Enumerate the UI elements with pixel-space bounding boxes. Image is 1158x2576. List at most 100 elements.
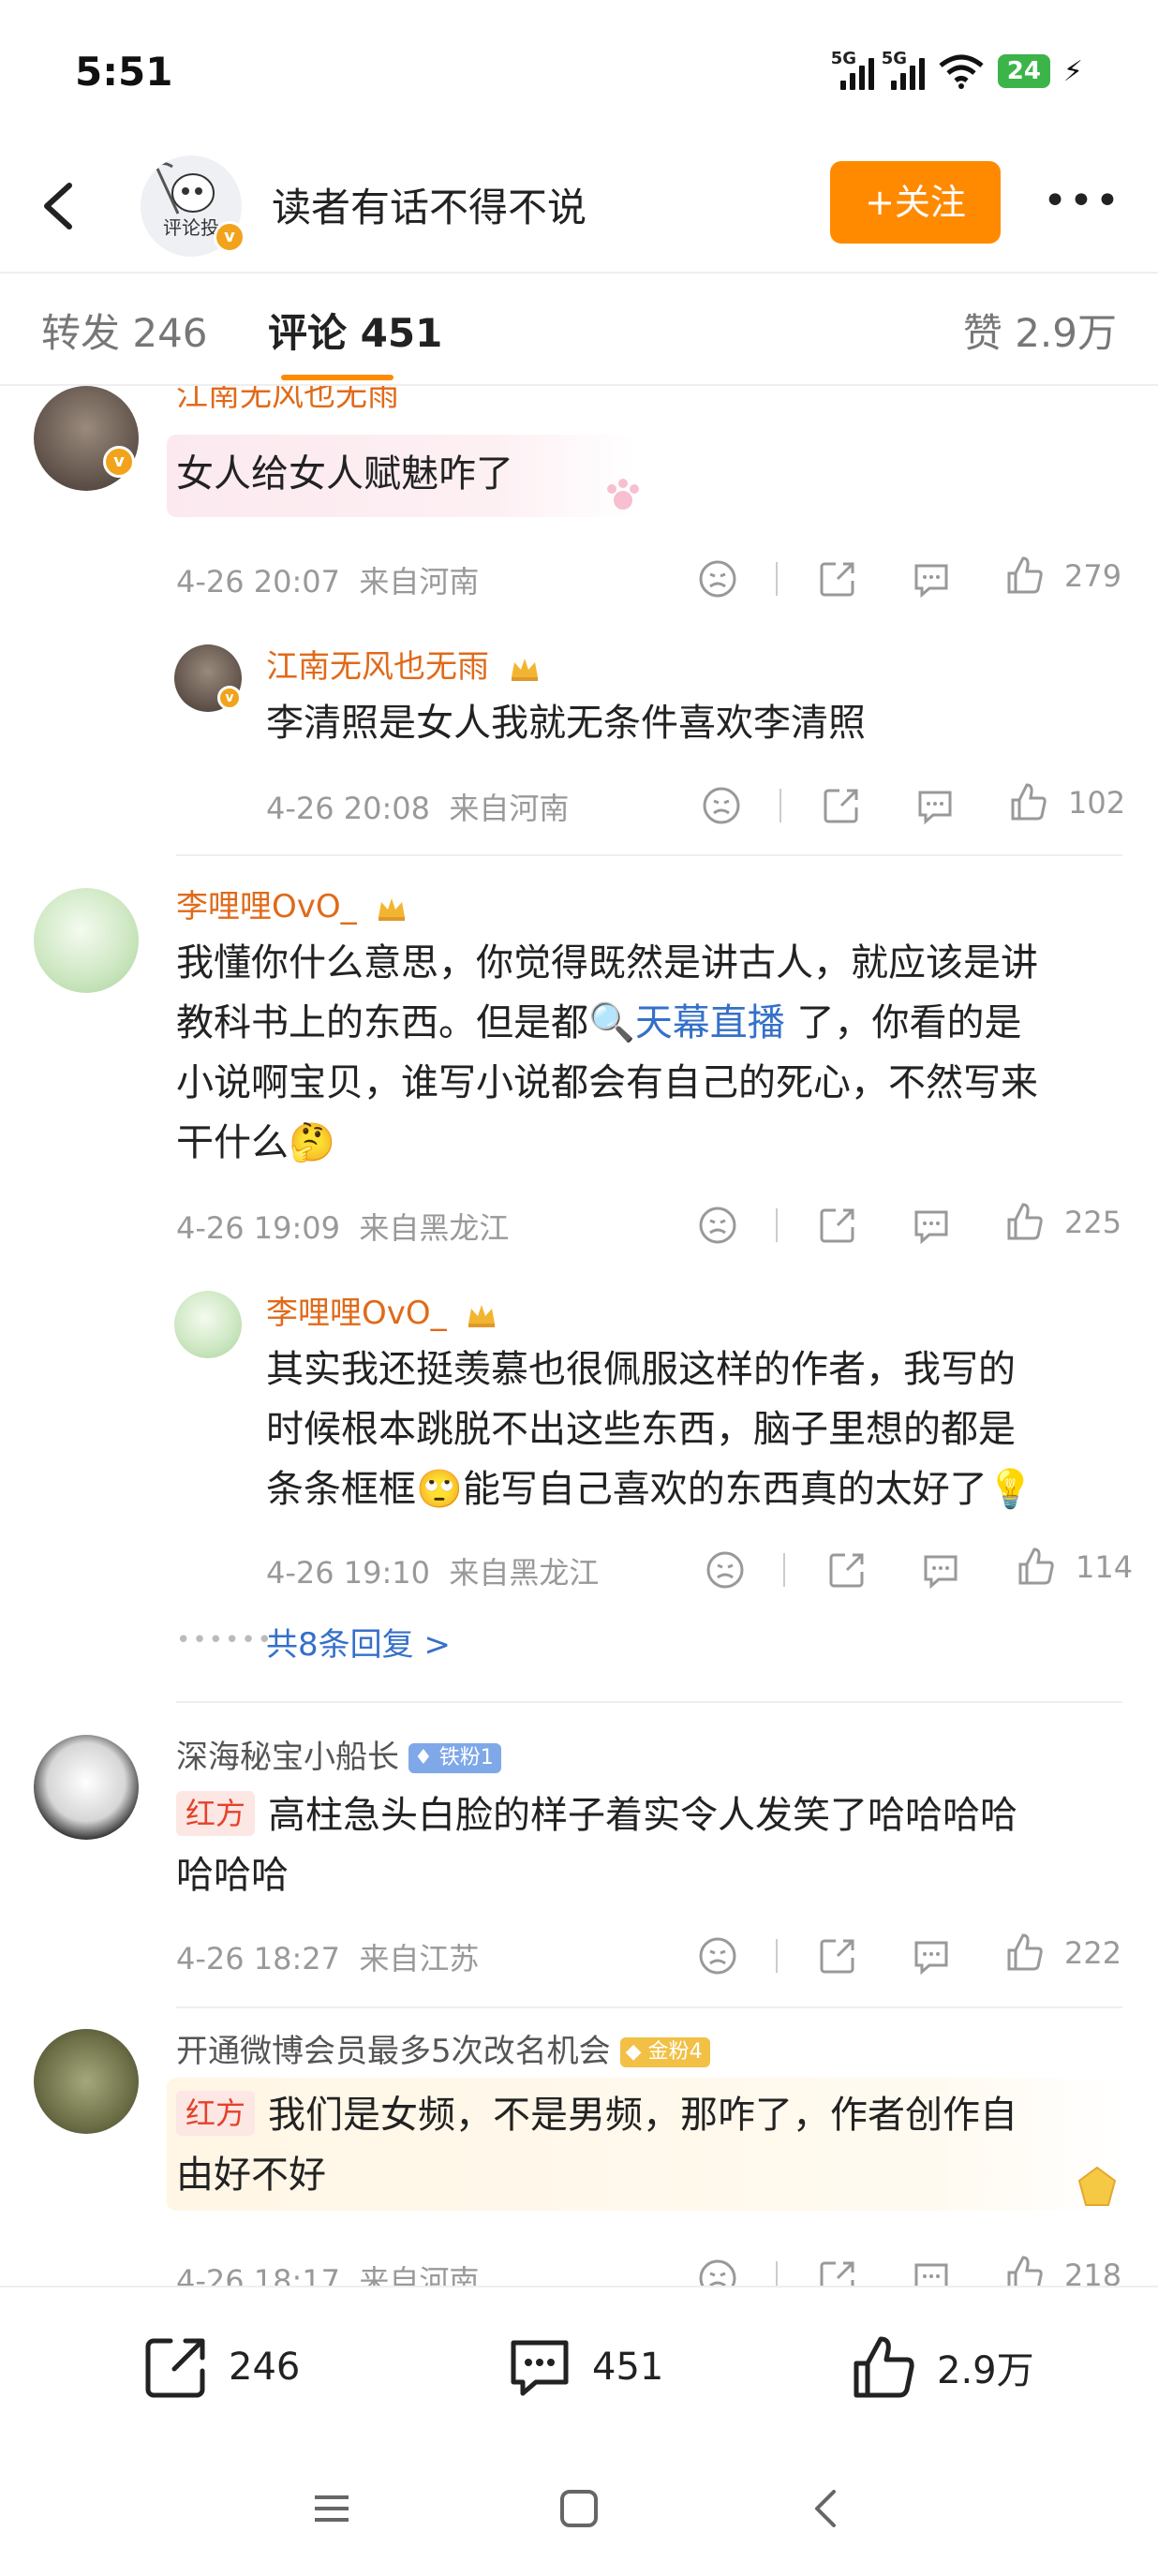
divider	[776, 562, 778, 596]
comment-icon	[511, 2340, 569, 2396]
comment-divider	[176, 2006, 1122, 2008]
network-label: 5G	[830, 49, 857, 68]
more-replies-dots: ••••••	[176, 1626, 275, 1654]
back-nav-icon[interactable]	[804, 2486, 849, 2531]
reply-meta: 4-26 19:10 来自黑龙江	[266, 1555, 600, 1591]
dislike-icon[interactable]	[705, 1549, 746, 1591]
wifi-icon	[939, 54, 984, 89]
comment-text-line: 我懂你什么意思，你觉得既然是讲古人，就应该是讲	[176, 941, 1038, 985]
active-tab-indicator	[281, 375, 393, 380]
page-title: 读者有话不得不说	[272, 185, 587, 230]
comment-text-line: 小说啊宝贝，谁写小说都会有自己的死心，不然写来	[176, 1061, 1038, 1104]
reply-icon[interactable]	[920, 1549, 961, 1591]
reply-username[interactable]: 李哩哩OvO_	[266, 1287, 497, 1333]
home-icon[interactable]	[557, 2486, 601, 2531]
follow-button[interactable]: +关注	[830, 161, 1001, 244]
paw-sticker-icon	[607, 479, 639, 510]
comment-meta: 4-26 18:17 来自河南	[176, 2263, 480, 2286]
more-replies-link[interactable]: 共8条回复 >	[266, 1619, 451, 1665]
tab-comments[interactable]: 评论 451	[268, 302, 442, 359]
like-count: 102	[1068, 785, 1126, 821]
gem-sticker-icon	[1077, 2166, 1117, 2206]
like-button[interactable]: 2.9万	[849, 2325, 1034, 2409]
comment-meta: 4-26 19:09 来自黑龙江	[176, 1210, 510, 1246]
fan-badge: ♦ 铁粉1	[408, 1743, 501, 1773]
like-count: 114	[1076, 1549, 1134, 1585]
comment-meta: 4-26 20:07 来自河南	[176, 564, 480, 600]
team-tag: 红方	[176, 1791, 256, 1836]
dislike-icon[interactable]	[697, 1935, 738, 1976]
fan-badge: ◆ 金粉4	[619, 2037, 710, 2067]
comment-username[interactable]: 李哩哩OvO_	[176, 881, 408, 926]
repost-count: 246	[229, 2346, 301, 2389]
like-count: 222	[1064, 1935, 1122, 1971]
dislike-icon[interactable]	[697, 558, 738, 600]
share-icon[interactable]	[817, 1935, 858, 1976]
status-bar: 5:51 5G 5G 24 ⚡	[0, 0, 1158, 150]
crown-badge-icon	[511, 658, 538, 681]
like-count: 279	[1064, 558, 1122, 594]
comment-meta: 4-26 18:27 来自江苏	[176, 1941, 480, 1976]
topic-link[interactable]: 🔍天幕直播	[588, 1001, 785, 1044]
like-icon[interactable]	[1004, 1932, 1046, 1973]
like-icon[interactable]	[1004, 555, 1046, 596]
comment-divider	[176, 854, 1122, 856]
like-icon[interactable]	[1004, 2254, 1046, 2286]
reply-icon[interactable]	[911, 1205, 952, 1246]
status-icons: 5G 5G 24 ⚡	[831, 49, 1083, 90]
tab-bar: 转发 246 评论 451 赞 2.9万	[0, 272, 1158, 386]
comment-text-line: 红方 我们是女频，不是男频，那咋了，作者创作自	[176, 2085, 1017, 2145]
like-icon[interactable]	[1016, 1546, 1057, 1587]
system-nav-bar	[0, 2445, 1158, 2576]
back-icon[interactable]	[28, 169, 94, 244]
share-icon[interactable]	[826, 1549, 868, 1591]
charging-icon: ⚡	[1062, 54, 1083, 88]
divider	[776, 1208, 778, 1242]
like-count: 218	[1064, 2258, 1122, 2286]
team-tag: 红方	[176, 2091, 256, 2136]
reply-icon[interactable]	[914, 785, 956, 826]
comment-username[interactable]: 深海秘宝小船长 ♦ 铁粉1	[176, 1731, 501, 1777]
dislike-icon[interactable]	[697, 2258, 738, 2286]
gem-icon: ◆	[625, 2040, 642, 2064]
share-icon[interactable]	[817, 1205, 858, 1246]
share-icon[interactable]	[821, 785, 862, 826]
crown-badge-icon	[379, 897, 406, 921]
search-icon: 🔍	[588, 1001, 635, 1044]
avatar[interactable]	[34, 2029, 139, 2134]
page-header: 评论投 v 读者有话不得不说 +关注 •••	[0, 150, 1158, 262]
repost-button[interactable]: 246	[141, 2325, 300, 2409]
reply-icon[interactable]	[911, 1935, 952, 1976]
comment-feed: v 江南无风也无雨 女人给女人赋魅咋了 4-26 20:07 来自河南 279 …	[0, 386, 1158, 2286]
comment-text: 女人给女人赋魅咋了	[176, 452, 513, 496]
comment-button[interactable]: 451	[504, 2325, 663, 2409]
menu-icon[interactable]	[309, 2486, 354, 2531]
reply-icon[interactable]	[911, 2258, 952, 2286]
like-icon[interactable]	[1008, 781, 1049, 822]
avatar[interactable]	[174, 1291, 242, 1358]
more-options-icon[interactable]: •••	[1040, 169, 1124, 244]
divider	[776, 2261, 778, 2286]
reply-username[interactable]: 江南无风也无雨	[266, 641, 541, 687]
battery-indicator: 24	[997, 54, 1050, 88]
tab-likes[interactable]: 赞 2.9万	[963, 302, 1117, 359]
comment-text-line: 红方 高柱急头白脸的样子着实令人发笑了哈哈哈哈	[176, 1785, 1017, 1845]
share-icon[interactable]	[817, 558, 858, 600]
avatar[interactable]	[34, 888, 139, 993]
tab-repost[interactable]: 转发 246	[41, 302, 208, 359]
share-icon[interactable]	[817, 2258, 858, 2286]
divider	[779, 789, 781, 822]
verified-badge: v	[214, 221, 245, 253]
comment-username[interactable]: 开通微博会员最多5次改名机会 ◆ 金粉4	[176, 2025, 710, 2071]
comment-username[interactable]: 江南无风也无雨	[176, 386, 399, 415]
comment-text-line: 干什么🤔	[176, 1121, 335, 1164]
like-icon[interactable]	[1004, 1201, 1046, 1242]
bottom-action-bar: 246 451 2.9万	[0, 2286, 1158, 2445]
verified-badge: v	[217, 686, 242, 710]
reply-icon[interactable]	[911, 558, 952, 600]
dislike-icon[interactable]	[701, 785, 742, 826]
avatar[interactable]	[34, 1735, 139, 1840]
like-count: 225	[1064, 1205, 1122, 1240]
dislike-icon[interactable]	[697, 1205, 738, 1246]
reply-text-line: 时候根本跳脱不出这些东西，脑子里想的都是	[266, 1408, 1016, 1451]
